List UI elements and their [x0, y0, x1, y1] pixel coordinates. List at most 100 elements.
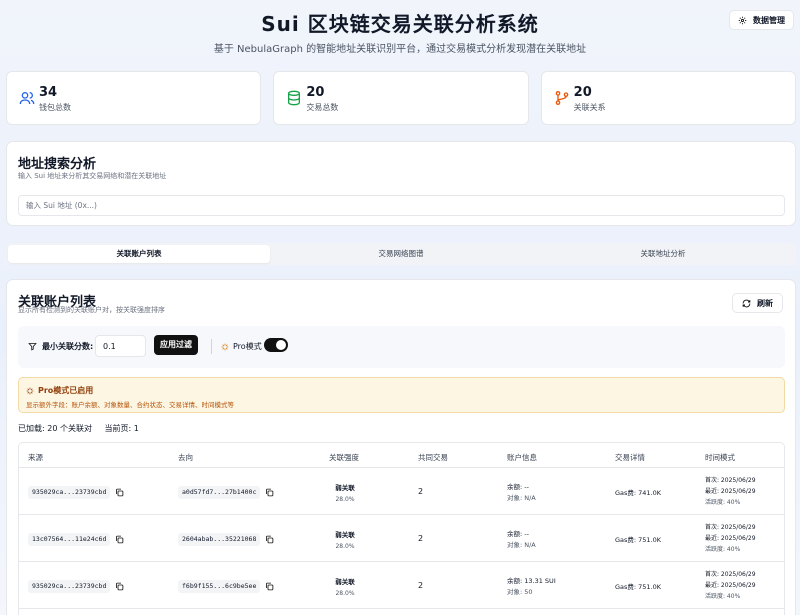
stat-card-transactions: 20 交易总数 [273, 71, 529, 125]
copy-icon[interactable] [265, 582, 274, 591]
to-address: f6b9f155...6c9be5ee [178, 580, 261, 593]
balance: 余额: 13.31 SUI [507, 577, 556, 585]
strength-score: 28.0% [335, 496, 355, 503]
column-header-time-pattern: 时间模式 [705, 453, 735, 462]
users-icon [19, 90, 35, 106]
column-header-strength: 关联强度 [329, 453, 359, 462]
pro-mode-toggle[interactable] [264, 338, 288, 352]
pro-mode-alert: Pro模式已启用 显示额外字段：账户余额、对象数量、合约状态、交易详情、时间模式… [18, 377, 785, 413]
min-score-label-text: 最小关联分数: [42, 342, 94, 351]
stat-value: 20 [573, 85, 592, 100]
stat-label: 关联关系 [573, 103, 606, 112]
gas-fee: Gas费: 751.0K [615, 536, 662, 544]
copy-icon[interactable] [265, 488, 274, 497]
git-branch-icon [554, 90, 570, 106]
database-icon [286, 90, 302, 106]
data-management-button[interactable]: 数据管理 [729, 10, 794, 30]
list-description: 显示所有检测到的关联账户对，按关联强度排序 [18, 306, 165, 314]
sparkle-icon [26, 387, 34, 395]
column-header-account: 账户信息 [507, 453, 537, 462]
from-address: 935029ca...23739cbd [28, 580, 111, 593]
sparkle-icon [221, 343, 229, 351]
common-tx-count: 2 [418, 581, 424, 590]
gas-fee: Gas费: 741.0K [615, 489, 662, 497]
activity: 活跃度: 40% [705, 546, 741, 553]
pro-mode-label-text: Pro模式 [233, 342, 262, 351]
stat-card-wallets: 34 钱包总数 [6, 71, 262, 125]
balance: 余额: -- [507, 530, 529, 538]
last-seen: 最近: 2025/06/29 [705, 535, 756, 542]
pro-mode-label: Pro模式 [221, 341, 262, 352]
table-row: 935029ca...23739cbd f6b9f155...6c9be5ee … [19, 562, 784, 609]
activity: 活跃度: 40% [705, 593, 741, 600]
account-info: 余额: -- 对象: N/A [507, 529, 536, 551]
alert-title-text: Pro模式已启用 [38, 386, 94, 395]
min-score-label: 最小关联分数: [28, 341, 93, 352]
loaded-count: 已加载: 20 个关联对 [18, 424, 92, 433]
strength-score: 28.0% [335, 543, 355, 550]
last-seen: 最近: 2025/06/29 [705, 488, 756, 495]
column-header-to: 去向 [178, 453, 193, 462]
time-pattern: 首次: 2025/06/29 最近: 2025/06/29 活跃度: 40% [705, 475, 756, 508]
first-seen: 首次: 2025/06/29 [705, 571, 756, 578]
strength-cell: 弱关联 28.0% [331, 482, 359, 503]
address-search-input[interactable] [18, 195, 785, 216]
min-score-input[interactable] [95, 335, 146, 357]
common-tx-count: 2 [418, 534, 424, 543]
first-seen: 首次: 2025/06/29 [705, 477, 756, 484]
current-page: 当前页: 1 [104, 424, 139, 433]
tab-address-analysis[interactable]: 关联地址分析 [532, 245, 794, 263]
stat-value: 34 [39, 85, 58, 100]
stat-label: 钱包总数 [39, 103, 71, 112]
gas-fee: Gas费: 751.0K [615, 583, 662, 591]
column-header-tx-detail: 交易详情 [615, 453, 645, 462]
table-row: 13c07564...11e24c6d 2604abab...35221068 … [19, 515, 784, 562]
strength-label: 弱关联 [335, 484, 355, 492]
tab-account-list[interactable]: 关联账户列表 [8, 245, 270, 263]
strength-cell: 弱关联 28.0% [331, 529, 359, 550]
data-management-label: 数据管理 [753, 15, 785, 25]
load-status: 已加载: 20 个关联对 当前页: 1 [18, 423, 139, 434]
activity: 活跃度: 40% [705, 499, 741, 506]
copy-icon[interactable] [115, 488, 124, 497]
common-tx-count: 2 [418, 487, 424, 496]
stats-row: 34 钱包总数 20 交易总数 20 关联关系 [6, 71, 796, 125]
strength-score: 28.0% [335, 590, 355, 597]
to-address: a0d57fd7...27b1400c [178, 486, 261, 499]
tab-network-graph[interactable]: 交易网络图谱 [270, 245, 532, 263]
objects: 对象: N/A [507, 494, 536, 502]
account-table: 来源 去向 关联强度 共同交易 账户信息 交易详情 时间模式 935029ca.… [18, 442, 785, 615]
stat-value: 20 [306, 85, 325, 100]
strength-label: 弱关联 [335, 531, 355, 539]
strength-cell: 弱关联 28.0% [331, 576, 359, 597]
objects: 对象: N/A [507, 541, 536, 549]
copy-icon[interactable] [115, 582, 124, 591]
page-title: Sui 区块链交易关联分析系统 [261, 12, 539, 36]
time-pattern: 首次: 2025/06/29 最近: 2025/06/29 活跃度: 40% [705, 522, 756, 555]
search-title: 地址搜索分析 [18, 157, 97, 172]
stat-label: 交易总数 [306, 103, 339, 112]
column-header-common: 共同交易 [418, 453, 448, 462]
refresh-button[interactable]: 刷新 [732, 293, 783, 313]
table-row: 935029ca...23739cbd a0d57fd7...27b1400c … [19, 468, 784, 515]
address-search-card: 地址搜索分析 输入 Sui 地址来分析其交易网络和潜在关联地址 [6, 141, 796, 226]
filter-divider [211, 339, 212, 354]
filter-bar: 最小关联分数: 应用过滤 Pro模式 [18, 326, 785, 368]
copy-icon[interactable] [265, 535, 274, 544]
column-header-from: 来源 [28, 453, 43, 462]
gear-icon [738, 16, 747, 25]
page-subtitle: 基于 NebulaGraph 的智能地址关联识别平台，通过交易模式分析发现潜在关… [213, 44, 587, 55]
toggle-knob [276, 340, 286, 350]
objects: 对象: 50 [507, 588, 533, 596]
copy-icon[interactable] [115, 535, 124, 544]
balance: 余额: -- [507, 483, 529, 491]
alert-description: 显示额外字段：账户余额、对象数量、合约状态、交易详情、时间模式等 [26, 401, 234, 409]
first-seen: 首次: 2025/06/29 [705, 524, 756, 531]
to-address: 2604abab...35221068 [178, 533, 261, 546]
account-info: 余额: -- 对象: N/A [507, 482, 536, 504]
view-tabs: 关联账户列表 交易网络图谱 关联地址分析 [6, 243, 796, 265]
apply-filter-button[interactable]: 应用过滤 [154, 335, 198, 355]
refresh-label: 刷新 [757, 298, 773, 308]
time-pattern: 首次: 2025/06/29 最近: 2025/06/29 活跃度: 40% [705, 569, 756, 602]
from-address: 13c07564...11e24c6d [28, 533, 111, 546]
